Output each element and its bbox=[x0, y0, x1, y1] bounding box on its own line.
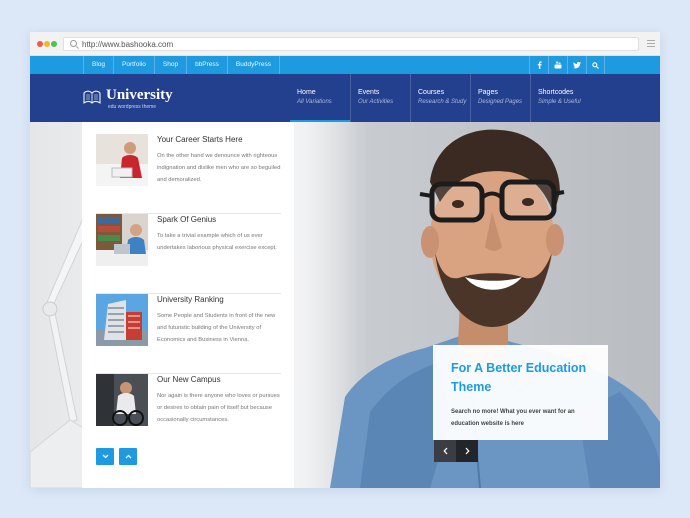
twitter-icon[interactable] bbox=[567, 56, 586, 74]
card-description: Some People and Students in front of the… bbox=[157, 313, 276, 343]
slider-next-button[interactable] bbox=[456, 440, 478, 462]
slide-heading: For A Better Education Theme bbox=[451, 361, 587, 394]
nav-item-home[interactable]: Home All Variations bbox=[290, 74, 350, 122]
nav-title: Home bbox=[297, 89, 316, 96]
url-text[interactable]: http://www.bashooka.com bbox=[82, 39, 173, 50]
chevron-right-icon bbox=[465, 447, 470, 455]
logo-tagline: edu wordpress theme bbox=[108, 104, 157, 110]
nav-title: Events bbox=[358, 89, 380, 96]
nav-title: Courses bbox=[418, 89, 445, 96]
scroll-up-button[interactable] bbox=[119, 448, 137, 465]
card-title: Spark Of Genius bbox=[157, 215, 217, 224]
search-icon[interactable] bbox=[586, 56, 605, 74]
nav-item-pages[interactable]: Pages Designed Pages bbox=[470, 74, 530, 122]
maximize-window-dot[interactable] bbox=[51, 41, 57, 47]
book-crest-icon bbox=[83, 90, 101, 104]
slide-text: Search no more! What you ever want for a… bbox=[451, 409, 575, 427]
nav-item-shortcodes[interactable]: Shortcodes Simple & Useful bbox=[530, 74, 590, 122]
feature-card[interactable]: Your Career Starts Here On the other han… bbox=[96, 134, 281, 214]
card-thumbnail bbox=[96, 214, 148, 266]
nav-title: Shortcodes bbox=[538, 89, 574, 96]
site-header: University edu wordpress theme Home All … bbox=[30, 74, 660, 122]
nav-title: Pages bbox=[478, 89, 498, 96]
nav-subtitle: Simple & Useful bbox=[538, 99, 581, 105]
address-bar[interactable]: http://www.bashooka.com bbox=[63, 37, 639, 51]
facebook-icon[interactable] bbox=[529, 56, 548, 74]
browser-chrome: http://www.bashooka.com bbox=[30, 32, 660, 56]
card-title: University Ranking bbox=[157, 295, 224, 304]
card-title: Our New Campus bbox=[157, 375, 221, 384]
nav-subtitle: Designed Pages bbox=[478, 99, 523, 105]
slider-prev-button[interactable] bbox=[434, 440, 456, 462]
feature-panel: Your Career Starts Here On the other han… bbox=[82, 122, 294, 488]
top-link-bbpress[interactable]: bbPress bbox=[186, 56, 227, 74]
card-description: On the other hand we denounce with right… bbox=[157, 153, 281, 183]
chevron-left-icon bbox=[442, 447, 447, 455]
top-links: Blog Portfolio Shop bbPress BuddyPress bbox=[83, 56, 280, 74]
card-thumbnail bbox=[96, 294, 148, 346]
nav-subtitle: Research & Study bbox=[418, 99, 467, 105]
card-description: Nor again is there anyone who loves or p… bbox=[157, 393, 280, 423]
slider-arrows bbox=[434, 440, 478, 462]
nav-subtitle: Our Activities bbox=[358, 99, 394, 105]
card-title: Your Career Starts Here bbox=[157, 135, 243, 144]
scroll-down-button[interactable] bbox=[96, 448, 114, 465]
top-link-portfolio[interactable]: Portfolio bbox=[113, 56, 154, 74]
top-link-shop[interactable]: Shop bbox=[153, 56, 186, 74]
main-nav: Home All Variations Events Our Activitie… bbox=[290, 74, 590, 122]
card-thumbnail bbox=[96, 374, 148, 426]
card-description: To take a trivial example which of us ev… bbox=[157, 233, 277, 251]
social-links bbox=[529, 56, 605, 74]
top-link-buddypress[interactable]: BuddyPress bbox=[226, 56, 280, 74]
card-thumbnail bbox=[96, 134, 148, 186]
slide-caption: For A Better Education Theme Search no m… bbox=[433, 345, 608, 440]
browser-window: http://www.bashooka.com Blog Portfolio S… bbox=[30, 32, 660, 488]
nav-item-courses[interactable]: Courses Research & Study bbox=[410, 74, 470, 122]
nav-item-events[interactable]: Events Our Activities bbox=[350, 74, 410, 122]
top-link-blog[interactable]: Blog bbox=[83, 56, 113, 74]
youtube-icon[interactable] bbox=[548, 56, 567, 74]
chevron-down-icon bbox=[102, 454, 108, 459]
feature-card[interactable]: Our New Campus Nor again is there anyone… bbox=[96, 374, 281, 454]
nav-subtitle: All Variations bbox=[297, 99, 332, 105]
feature-card[interactable]: Spark Of Genius To take a trivial exampl… bbox=[96, 214, 281, 294]
feature-card[interactable]: University Ranking Some People and Stude… bbox=[96, 294, 281, 374]
search-icon bbox=[70, 40, 77, 47]
browser-menu-icon[interactable] bbox=[647, 40, 655, 47]
top-bar: Blog Portfolio Shop bbPress BuddyPress bbox=[30, 56, 660, 74]
logo-name: University bbox=[106, 87, 173, 103]
minimize-window-dot[interactable] bbox=[44, 41, 50, 47]
chevron-up-icon bbox=[125, 454, 131, 459]
close-window-dot[interactable] bbox=[37, 41, 43, 47]
